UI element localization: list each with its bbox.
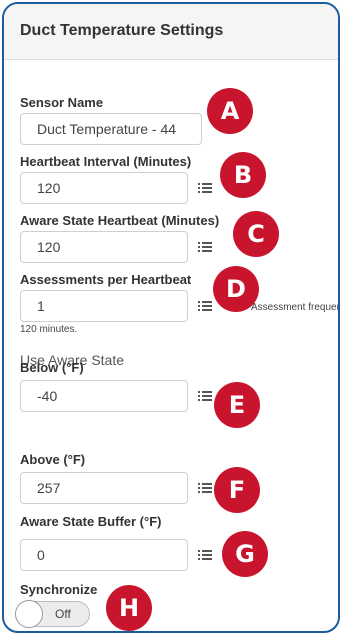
aware-state-buffer-label: Aware State Buffer (°F) xyxy=(20,514,162,529)
assessment-minutes-note: 120 minutes. xyxy=(20,324,78,335)
heartbeat-interval-label: Heartbeat Interval (Minutes) xyxy=(20,154,192,169)
toggle-state-label: Off xyxy=(55,607,71,621)
above-label: Above (°F) xyxy=(20,452,86,467)
toggle-knob xyxy=(15,600,43,628)
sensor-name-label: Sensor Name xyxy=(20,95,104,110)
heartbeat-interval-input[interactable]: 120 xyxy=(20,172,188,204)
list-icon[interactable] xyxy=(198,391,212,401)
synchronize-label: Synchronize xyxy=(20,582,98,597)
badge-b: B xyxy=(220,152,266,198)
aware-state-heartbeat-input[interactable]: 120 xyxy=(20,231,188,263)
badge-d: D xyxy=(213,266,259,312)
below-input[interactable]: -40 xyxy=(20,380,188,412)
assessment-frequency-text: Assessment frequency xyxy=(251,302,338,313)
assessments-per-heartbeat-label: Assessments per Heartbeat xyxy=(20,272,192,287)
assessments-per-heartbeat-input[interactable]: 1 xyxy=(20,290,188,322)
panel-title: Duct Temperature Settings xyxy=(20,22,224,39)
below-label: Below (°F) xyxy=(20,360,84,375)
badge-e: E xyxy=(214,382,260,428)
badge-h: H xyxy=(106,585,152,631)
aware-state-heartbeat-label: Aware State Heartbeat (Minutes) xyxy=(20,213,220,228)
list-icon[interactable] xyxy=(198,301,212,311)
list-icon[interactable] xyxy=(198,550,212,560)
list-icon[interactable] xyxy=(198,483,212,493)
above-input[interactable]: 257 xyxy=(20,472,188,504)
list-icon[interactable] xyxy=(198,242,212,252)
sensor-name-input[interactable]: Duct Temperature - 44 xyxy=(20,113,202,145)
settings-panel: Duct Temperature Settings Sensor Name Du… xyxy=(2,2,340,633)
badge-c: C xyxy=(233,211,279,257)
list-icon[interactable] xyxy=(198,183,212,193)
badge-a: A xyxy=(207,88,253,134)
synchronize-toggle[interactable]: Off xyxy=(15,600,90,628)
badge-f: F xyxy=(214,467,260,513)
aware-state-buffer-input[interactable]: 0 xyxy=(20,539,188,571)
badge-g: G xyxy=(222,531,268,577)
panel-header: Duct Temperature Settings xyxy=(4,4,338,60)
